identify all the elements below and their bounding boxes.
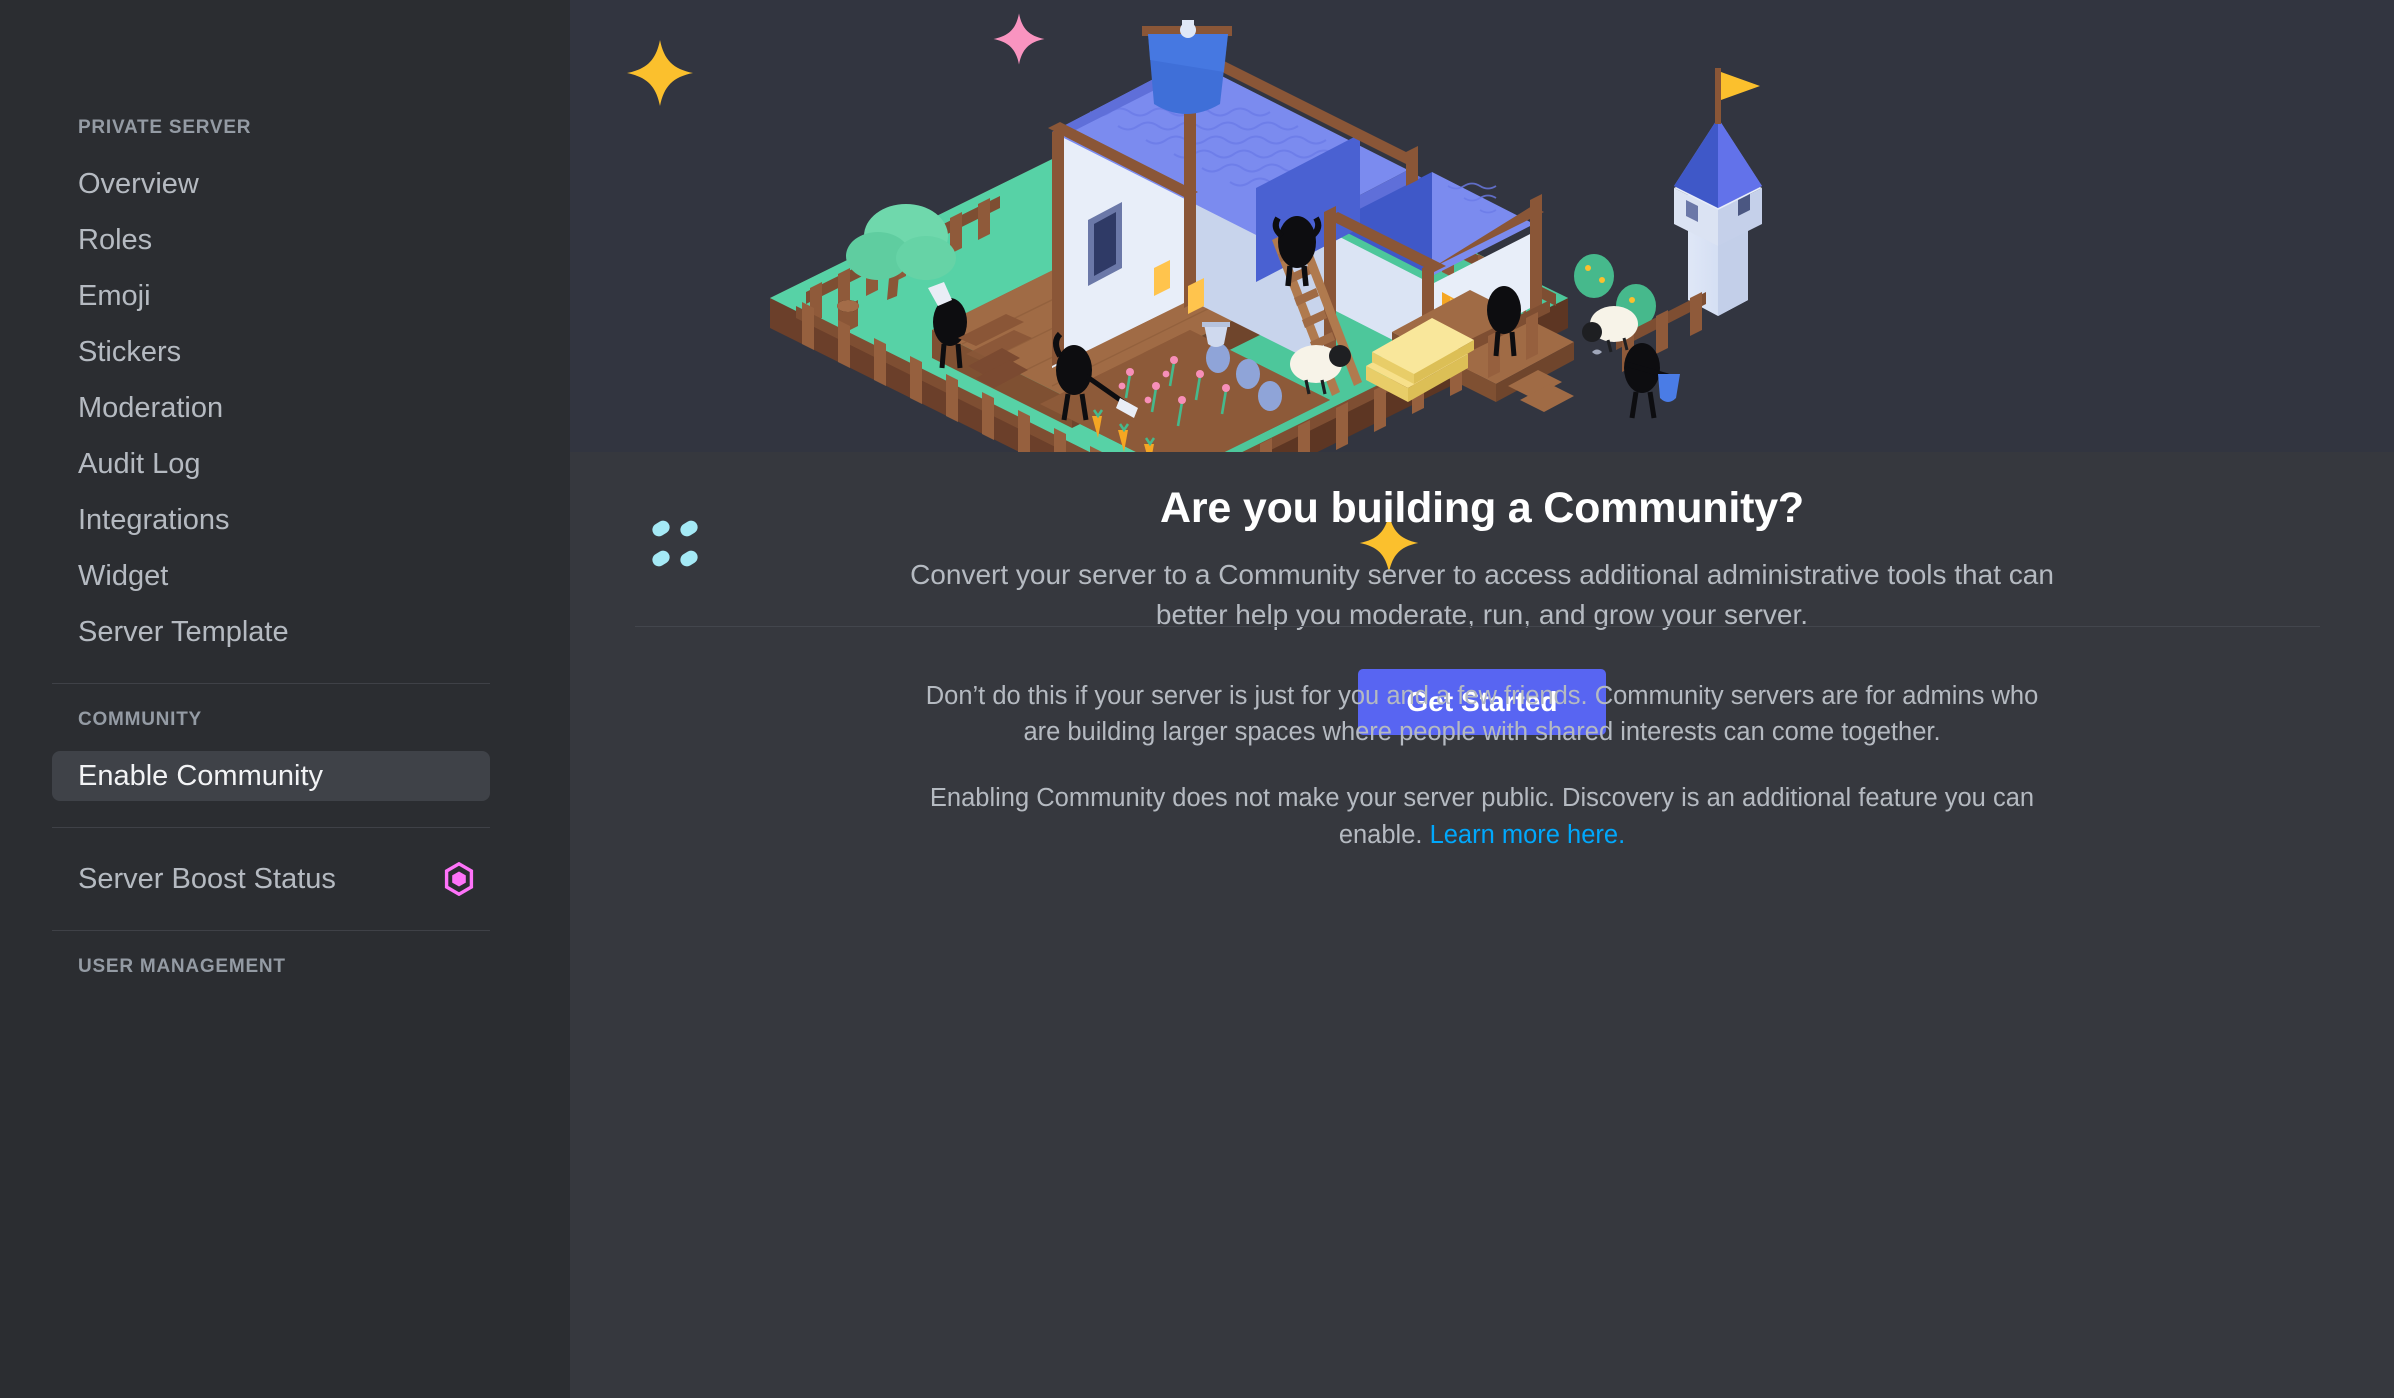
character-with-bucket [1624,343,1680,419]
sidebar-item-widget[interactable]: Widget [52,551,490,601]
sidebar-item-label: Emoji [78,279,151,312]
community-village-illustration [770,20,1762,452]
sidebar-item-label: Moderation [78,391,224,424]
sidebar-item-label: Server Template [78,615,289,648]
sidebar-item-label: Audit Log [78,447,201,480]
sidebar-item-roles[interactable]: Roles [52,215,490,265]
roof-banner [1142,20,1232,114]
sidebar-item-label: Integrations [78,503,230,536]
sidebar-item-integrations[interactable]: Integrations [52,495,490,545]
sparkle-pink-icon [993,13,1045,65]
sidebar-divider [52,827,490,828]
sidebar-item-server-boost-status[interactable]: Server Boost Status [52,854,490,904]
settings-main-panel: Are you building a Community? Convert yo… [570,0,2394,1398]
sidebar-item-label: Overview [78,167,199,200]
sidebar-item-server-template[interactable]: Server Template [52,607,490,657]
sidebar-item-audit-log[interactable]: Audit Log [52,439,490,489]
sidebar-divider [52,930,490,931]
sidebar-item-label: Stickers [78,335,182,368]
sidebar-item-moderation[interactable]: Moderation [52,383,490,433]
sidebar-section-header-community: COMMUNITY [78,709,202,730]
community-hero-banner [570,0,2394,452]
settings-sidebar: PRIVATE SERVER Overview Roles Emoji Stic… [0,0,570,1398]
sidebar-divider [52,683,490,684]
learn-more-link[interactable]: Learn more here. [1430,821,1626,849]
boost-gem-icon [444,862,474,896]
sidebar-item-label: Roles [78,223,153,256]
sidebar-section-header-private-server: PRIVATE SERVER [78,117,252,138]
page-title: Are you building a Community? [1160,484,1804,532]
sidebar-section-header-user-management: USER MANAGEMENT [78,956,286,977]
footnote-paragraph-1: Don’t do this if your server is just for… [925,682,2039,747]
community-footnotes: Don’t do this if your server is just for… [570,678,2394,853]
sidebar-item-label: Widget [78,559,169,592]
page-subtitle: Convert your server to a Community serve… [910,559,2054,631]
sidebar-item-label: Enable Community [78,759,323,792]
settings-window: PRIVATE SERVER Overview Roles Emoji Stic… [0,0,2394,1398]
sidebar-item-stickers[interactable]: Stickers [52,327,490,377]
content-divider [635,626,2320,627]
sidebar-item-enable-community[interactable]: Enable Community [52,751,490,801]
sparkle-gold-icon-1 [627,40,693,106]
watchtower [1674,68,1762,316]
sidebar-item-label: Server Boost Status [78,862,336,895]
footnote-paragraph-2: Enabling Community does not make your se… [922,780,2042,852]
sidebar-item-emoji[interactable]: Emoji [52,271,490,321]
sidebar-item-overview[interactable]: Overview [52,159,490,209]
